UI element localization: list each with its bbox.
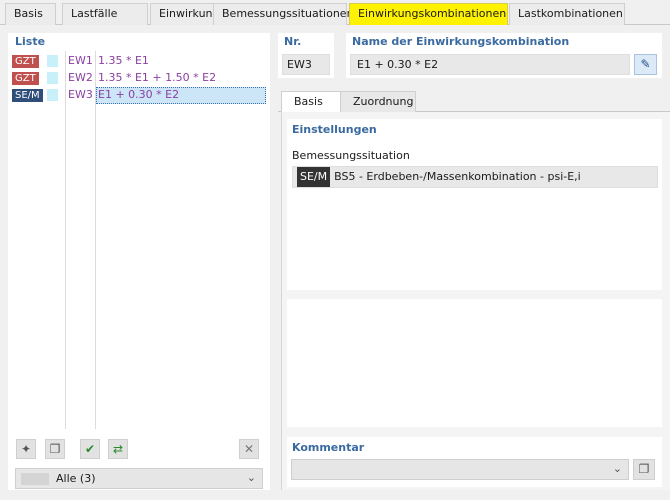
chevron-down-icon: ⌄	[612, 462, 622, 475]
copy-icon[interactable]: ❐	[45, 439, 65, 459]
edit-icon[interactable]: ✎	[634, 54, 657, 75]
gzt-badge: GZT	[12, 72, 39, 85]
tab-bemessungssituationen[interactable]: Bemessungssituationen	[213, 3, 354, 25]
combination-list[interactable]: GZT EW1 1.35 * E1 GZT EW2 1.35 * E1 + 1.…	[10, 51, 267, 429]
list-item-expression: 1.35 * E1	[98, 54, 149, 67]
subtab-basis[interactable]: Basis	[281, 91, 341, 113]
comment-dropdown[interactable]: ⌄	[291, 459, 629, 480]
filter-dropdown[interactable]: Alle (3) ⌄	[15, 468, 263, 489]
tab-basis[interactable]: Basis	[5, 3, 56, 25]
color-swatch	[47, 89, 58, 101]
gzt-badge: GZT	[12, 55, 39, 68]
list-item-id: EW2	[68, 71, 93, 84]
name-group: Name der Einwirkungskombination E1 + 0.3…	[346, 33, 662, 78]
color-swatch	[47, 55, 58, 67]
delete-icon[interactable]: ✕	[239, 439, 259, 459]
nr-group: Nr. EW3	[278, 33, 334, 78]
check-all-icon[interactable]: ✔	[80, 439, 100, 459]
check-toggle-icon[interactable]: ⇄	[108, 439, 128, 459]
list-item-id: EW1	[68, 54, 93, 67]
name-label: Name der Einwirkungskombination	[352, 35, 570, 48]
new-icon[interactable]: ✦	[16, 439, 36, 459]
tab-lastkombinationen[interactable]: Lastkombinationen	[509, 3, 625, 25]
nr-label: Nr.	[284, 35, 302, 48]
situation-field[interactable]: SE/M BS5 - Erdbeben-/Massenkombination - …	[292, 166, 658, 188]
tab-lastfaelle[interactable]: Lastfälle	[62, 3, 148, 25]
sem-badge: SE/M	[12, 89, 43, 102]
comment-title: Kommentar	[292, 441, 365, 454]
list-item-id: EW3	[68, 88, 93, 101]
list-item[interactable]: GZT EW2 1.35 * E1 + 1.50 * E2	[10, 70, 267, 87]
color-swatch	[47, 72, 58, 84]
filter-label: Alle (3)	[56, 472, 96, 485]
nr-field[interactable]: EW3	[282, 54, 330, 75]
tab-einwirkungskombinationen[interactable]: Einwirkungskombinationen	[349, 3, 508, 25]
subtab-zuordnung[interactable]: Zuordnung	[340, 91, 416, 112]
list-item-expression: E1 + 0.30 * E2	[98, 88, 180, 101]
list-item[interactable]: GZT EW1 1.35 * E1	[10, 53, 267, 70]
list-item-expression: 1.35 * E1 + 1.50 * E2	[98, 71, 217, 84]
comment-library-icon[interactable]: ❐	[633, 459, 655, 480]
settings-group: Einstellungen Bemessungssituation SE/M BS…	[287, 119, 662, 290]
detail-tabbar: Basis Zuordnung	[278, 90, 670, 113]
comment-group: Kommentar ⌄ ❐	[287, 437, 662, 487]
settings-title: Einstellungen	[292, 123, 377, 136]
situation-label: Bemessungssituation	[292, 149, 410, 162]
list-title: Liste	[15, 35, 46, 48]
main-tabbar: Basis Lastfälle Einwirkungen Bemessungss…	[0, 0, 670, 25]
chevron-down-icon: ⌄	[246, 471, 256, 484]
sem-tag: SE/M	[297, 167, 331, 187]
empty-group	[287, 299, 662, 427]
list-item-selected[interactable]: SE/M EW3 E1 + 0.30 * E2	[10, 87, 267, 104]
filter-swatch	[21, 473, 49, 485]
name-field[interactable]: E1 + 0.30 * E2	[350, 54, 630, 75]
situation-value: BS5 - Erdbeben-/Massenkombination - psi-…	[334, 170, 581, 183]
